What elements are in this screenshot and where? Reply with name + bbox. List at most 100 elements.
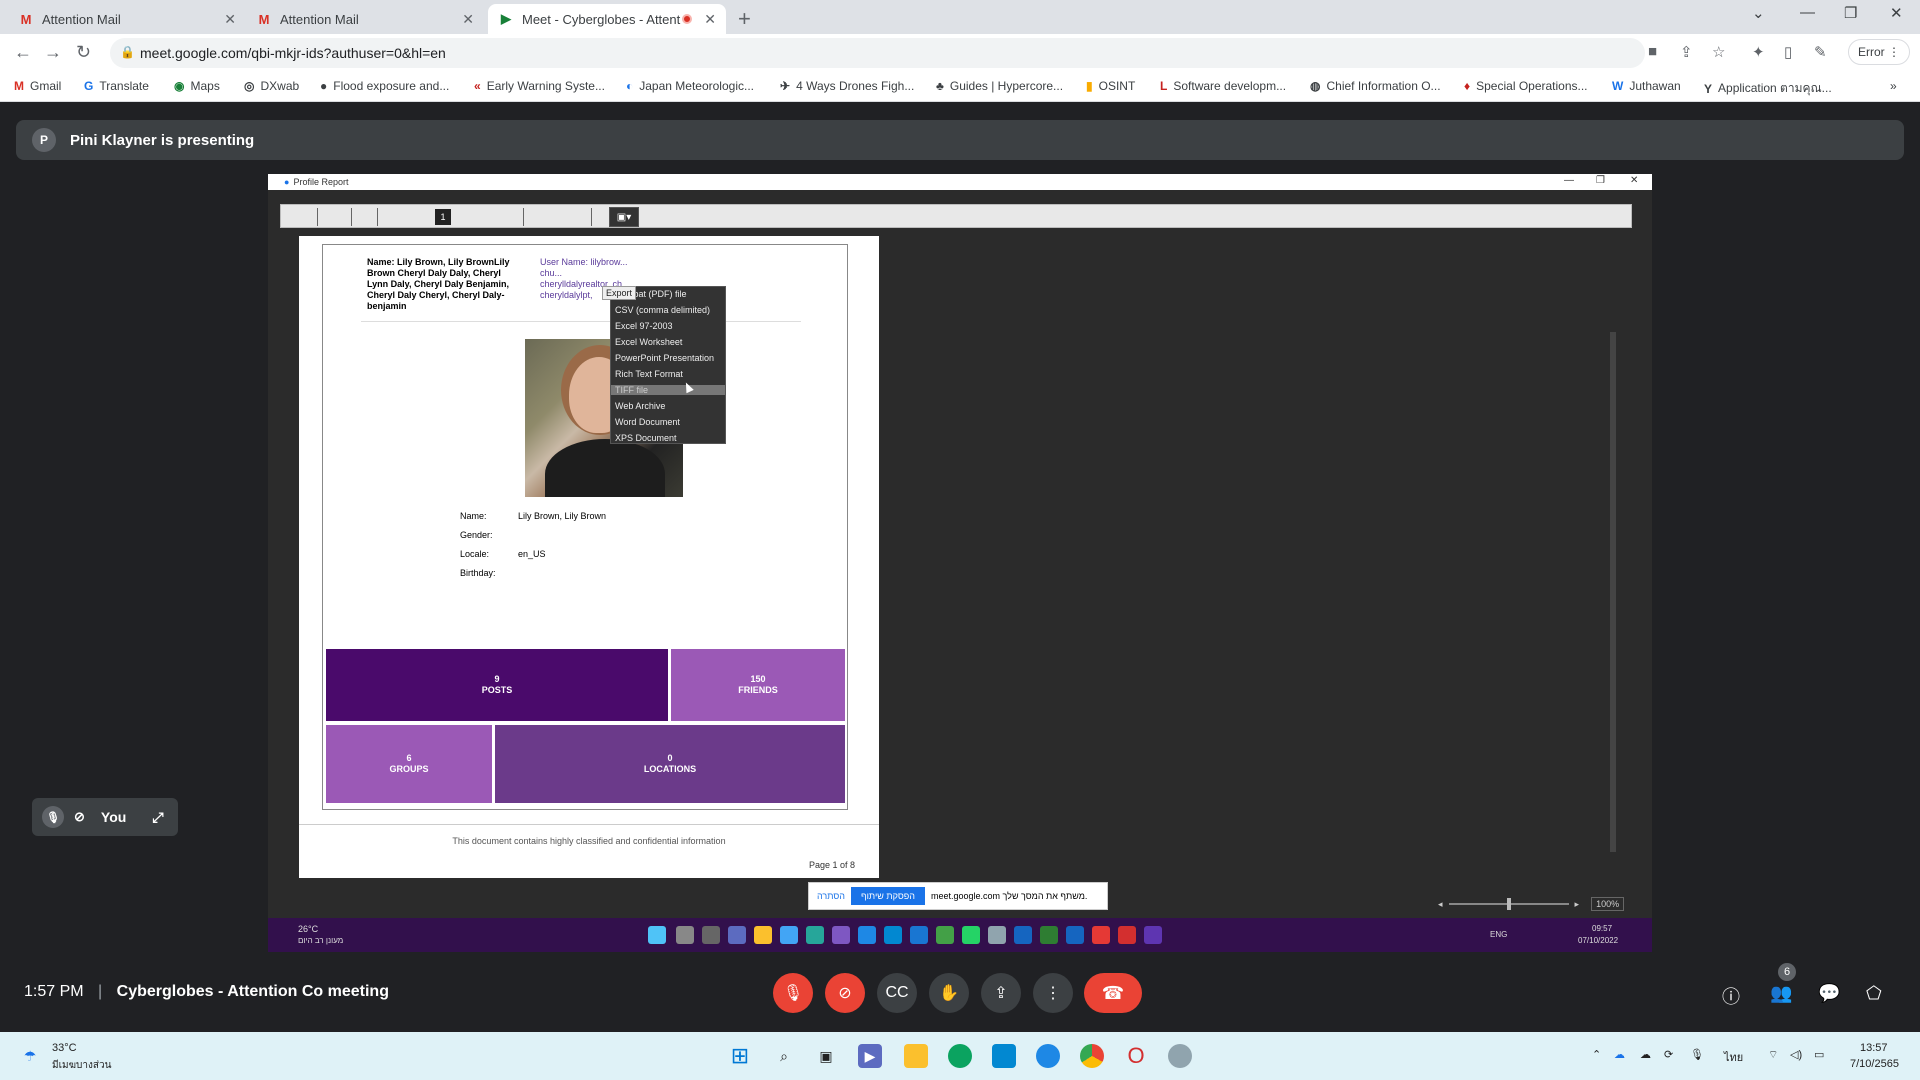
meet-icon: ▶ <box>501 11 511 26</box>
mic-button[interactable]: 🎙 <box>773 973 813 1013</box>
extensions-icon[interactable]: ✦ <box>1752 43 1765 61</box>
report-toolbar: 1 ▣▾ <box>280 204 1632 228</box>
restore-icon: ❐ <box>1596 175 1605 186</box>
settings-icon[interactable] <box>1168 1044 1192 1068</box>
battery-icon[interactable]: ▭ <box>1814 1048 1824 1061</box>
tab-meet[interactable]: ▶ Meet - Cyberglobes - Attent ✕ <box>488 4 726 34</box>
bookmark-maps[interactable]: ◉ Maps <box>174 79 220 93</box>
meeting-details: 1:57 PM | Cyberglobes - Attention Co mee… <box>24 983 389 1001</box>
avatar: P <box>32 128 56 152</box>
taskview-icon[interactable]: ▣ <box>814 1044 838 1068</box>
activities-icon[interactable]: ⬠ <box>1866 983 1882 1004</box>
settings-icon <box>988 926 1006 944</box>
bookmark-osint[interactable]: ▮ OSINT <box>1086 79 1135 93</box>
lock-icon[interactable]: 🔒 <box>120 45 135 59</box>
bookmark-hypercore[interactable]: ♣ Guides | Hypercore... <box>936 79 1063 93</box>
side-panel-icon[interactable]: ▯ <box>1784 43 1792 61</box>
bookmark-special-ops[interactable]: ♦ Special Operations... <box>1464 79 1588 93</box>
present-button[interactable]: ⇪ <box>981 973 1021 1013</box>
back-icon[interactable]: ← <box>14 42 32 63</box>
tile-number: 9 <box>494 674 500 684</box>
bookmark-drones[interactable]: ✈ 4 Ways Drones Figh... <box>780 79 914 93</box>
start-icon <box>648 926 666 944</box>
bookmark-gmail[interactable]: M Gmail <box>14 79 61 93</box>
app-icon <box>910 926 928 944</box>
bookmark-juthawan[interactable]: W Juthawan <box>1612 79 1681 93</box>
tab-attention-mail-2[interactable]: M Attention Mail ✕ <box>246 4 484 34</box>
bookmark-chief-info[interactable]: ◍ Chief Information O... <box>1310 79 1441 93</box>
restore-icon[interactable]: ❐ <box>1844 4 1857 22</box>
clock-date[interactable]: 7/10/2565 <box>1850 1058 1899 1070</box>
bookmark-dxwab[interactable]: ◎ DXwab <box>244 79 299 93</box>
tab-search-icon[interactable]: ⌄ <box>1752 4 1765 22</box>
whatsapp-icon <box>962 926 980 944</box>
report-page: Name: Lily Brown, Lily BrownLily Brown C… <box>299 236 879 878</box>
url-input[interactable]: 🔒 meet.google.com/qbi-mkjr-ids?authuser=… <box>110 38 1645 68</box>
field-label: Locale: <box>460 549 490 559</box>
more-options-button[interactable]: ⋮ <box>1033 973 1073 1013</box>
edge-icon[interactable] <box>948 1044 972 1068</box>
minimize-icon: — <box>1564 175 1574 186</box>
close-tab-icon[interactable]: ✕ <box>704 11 716 28</box>
bookmark-application[interactable]: Y Application ตามคุณ... <box>1704 79 1832 98</box>
camera-button[interactable]: ⊘ <box>825 973 865 1013</box>
chrome-icon[interactable] <box>1080 1044 1104 1068</box>
shared-weather-desc: מעונן רב היום <box>298 936 344 945</box>
maps-icon: ◉ <box>174 79 185 93</box>
bookmark-flood[interactable]: ● Flood exposure and... <box>320 79 449 93</box>
cloud-icon[interactable]: ☁ <box>1640 1048 1651 1061</box>
search-icon[interactable]: ⌕ <box>772 1044 796 1068</box>
report-viewer: Name: Lily Brown, Lily BrownLily Brown C… <box>280 232 1632 892</box>
camera-icon[interactable]: ■ <box>1648 43 1657 60</box>
expand-icon[interactable]: ⤢ <box>152 809 163 826</box>
raise-hand-button[interactable]: ✋ <box>929 973 969 1013</box>
mic-icon[interactable]: 🎙 <box>1690 1048 1704 1061</box>
close-tab-icon[interactable]: ✕ <box>224 11 236 28</box>
close-window-icon[interactable]: ✕ <box>1890 4 1903 22</box>
tray-chevron-icon[interactable]: ⌃ <box>1592 1048 1601 1061</box>
bookmark-translate[interactable]: G Translate <box>84 79 149 93</box>
weather-icon[interactable]: ☂ <box>18 1044 42 1068</box>
app-icon[interactable] <box>1036 1044 1060 1068</box>
bookmark-early-warning[interactable]: « Early Warning Syste... <box>474 79 605 93</box>
bookmark-software-dev[interactable]: L Software developm... <box>1160 79 1286 93</box>
tab-attention-mail-1[interactable]: M Attention Mail ✕ <box>8 4 246 34</box>
teams-icon[interactable]: ▶ <box>858 1044 882 1068</box>
gmail-icon: M <box>14 79 24 93</box>
separator: | <box>98 983 103 1000</box>
opera-icon[interactable]: O <box>1124 1043 1148 1068</box>
divider <box>361 321 801 322</box>
people-icon[interactable]: 👥 <box>1770 983 1792 1004</box>
volume-icon[interactable]: ◁) <box>1790 1048 1802 1061</box>
tab-title: Meet - Cyberglobes - Attent <box>522 11 681 27</box>
sync-icon[interactable]: ⟳ <box>1664 1048 1673 1061</box>
minimize-icon[interactable]: — <box>1800 4 1815 21</box>
clock-time[interactable]: 13:57 <box>1860 1042 1888 1054</box>
captions-button[interactable]: CC <box>877 973 917 1013</box>
bookmark-label: Juthawan <box>1629 79 1681 93</box>
chat-icon[interactable]: 💬 <box>1818 983 1840 1004</box>
onedrive-icon[interactable]: ☁ <box>1614 1048 1625 1061</box>
windows-taskbar: ☂ 33°C มีเมฆบางส่วน ⊞ ⌕ ▣ ▶ O ⌃ ☁ ☁ ⟳ 🎙 … <box>0 1032 1920 1080</box>
new-tab-icon[interactable]: + <box>738 6 751 32</box>
wifi-icon[interactable]: ⌔ <box>1768 1048 1778 1062</box>
more-bookmarks-icon[interactable]: » <box>1890 79 1897 93</box>
close-tab-icon[interactable]: ✕ <box>462 11 474 28</box>
bookmark-japan-meteo[interactable]: ◐ Japan Meteorologic... <box>626 79 754 93</box>
globe-icon: ◎ <box>244 79 255 93</box>
reload-icon[interactable]: ↻ <box>76 42 91 63</box>
edge-icon <box>884 926 902 944</box>
language-indicator[interactable]: ไทย <box>1724 1048 1743 1066</box>
forward-icon[interactable]: → <box>44 42 62 63</box>
start-icon[interactable]: ⊞ <box>728 1043 752 1068</box>
bookmark-star-icon[interactable]: ☆ <box>1712 43 1725 61</box>
end-call-button[interactable]: ☎ <box>1084 973 1142 1013</box>
store-icon[interactable] <box>992 1044 1016 1068</box>
pen-icon[interactable]: ✎ <box>1814 43 1827 61</box>
file-explorer-icon[interactable] <box>904 1044 928 1068</box>
field-label: Birthday: <box>460 568 496 578</box>
share-icon[interactable]: ⇪ <box>1680 43 1693 61</box>
self-view-tile[interactable]: 🎙 ⊘ You ⤢ <box>32 798 178 836</box>
error-button[interactable]: Error ⋮ <box>1848 39 1910 65</box>
info-icon[interactable]: ⓘ <box>1722 983 1740 1009</box>
